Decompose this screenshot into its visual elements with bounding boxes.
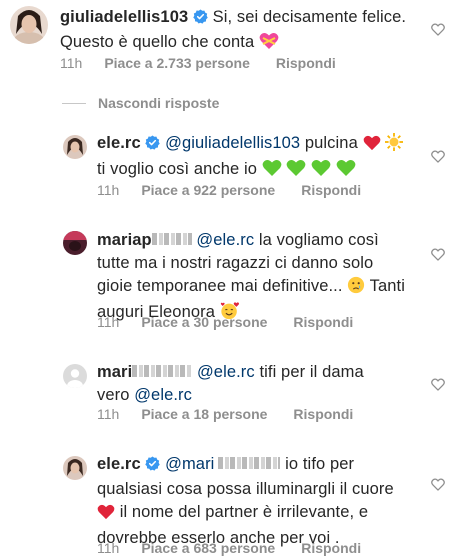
comment-line: ti voglio così anche io xyxy=(97,160,258,178)
likes-count[interactable]: Piace a 18 persone xyxy=(141,406,267,422)
comment-line: tutte ma i nostri ragazzi ci danno solo xyxy=(97,254,374,272)
comment-text: giuliadelellis103 Si, sei decisamente fe… xyxy=(60,6,420,57)
reply-mariap: mariap @ele.rc la vogliamo così tutte ma… xyxy=(0,225,456,340)
comment-line: vero xyxy=(97,386,130,404)
comment-line: Questo è quello che conta xyxy=(60,33,255,51)
comment-line: qualsiasi cosa possa illuminargli il cuo… xyxy=(97,480,394,498)
username[interactable]: giuliadelellis103 xyxy=(60,8,188,26)
likes-count[interactable]: Piace a 2.733 persone xyxy=(104,55,250,71)
timestamp: 11h xyxy=(97,314,120,330)
likes-count[interactable]: Piace a 922 persone xyxy=(141,182,275,198)
timestamp: 11h xyxy=(60,55,83,71)
sun-icon xyxy=(385,133,404,158)
green-heart-icon xyxy=(311,159,331,184)
avatar[interactable] xyxy=(63,364,87,388)
heart-outline-icon[interactable] xyxy=(431,248,445,261)
mention-link[interactable]: @ele.rc xyxy=(197,363,255,381)
reply-button[interactable]: Rispondi xyxy=(293,406,353,422)
hide-replies-label: Nascondi risposte xyxy=(98,95,220,111)
green-heart-icon xyxy=(336,159,356,184)
likes-count[interactable]: Piace a 30 persone xyxy=(141,314,267,330)
mention-link[interactable]: @mari xyxy=(165,455,214,473)
heart-outline-icon[interactable] xyxy=(431,150,445,163)
comment-line: Tanti xyxy=(369,277,405,295)
username[interactable]: mariap xyxy=(97,231,152,249)
avatar-image xyxy=(10,6,48,44)
reply-button[interactable]: Rispondi xyxy=(276,55,336,71)
avatar-image xyxy=(63,364,87,388)
reply-button[interactable]: Rispondi xyxy=(301,540,361,556)
crying-face-icon xyxy=(347,276,365,301)
divider xyxy=(62,102,86,104)
comment-giuliadelellis103: giuliadelellis103 Si, sei decisamente fe… xyxy=(0,0,456,90)
comment-meta: 11h Piace a 30 persone Rispondi xyxy=(97,314,379,330)
comment-text: ele.rc @mari io tifo per qualsiasi cosa … xyxy=(97,453,417,550)
reply-mari: mari @ele.rc tifi per il dama vero @ele.… xyxy=(0,358,456,428)
username[interactable]: ele.rc xyxy=(97,134,141,152)
comment-meta: 11h Piace a 18 persone Rispondi xyxy=(97,406,379,422)
avatar[interactable] xyxy=(10,6,48,44)
comment-line: gioie temporanee mai definitive... xyxy=(97,277,343,295)
verified-badge-icon xyxy=(193,8,208,31)
reply-ele-rc-2: ele.rc @mari io tifo per qualsiasi cosa … xyxy=(0,452,456,560)
avatar-image xyxy=(63,135,87,159)
avatar-image xyxy=(63,456,87,480)
username[interactable]: ele.rc xyxy=(97,455,141,473)
comment-line: tifi per il dama xyxy=(259,363,364,381)
avatar[interactable] xyxy=(63,456,87,480)
heart-outline-icon[interactable] xyxy=(431,23,445,36)
verified-badge-icon xyxy=(145,455,161,478)
avatar[interactable] xyxy=(63,135,87,159)
redacted-username xyxy=(218,457,281,469)
avatar[interactable] xyxy=(63,231,87,255)
heart-with-ribbon-icon xyxy=(259,32,279,57)
red-heart-icon xyxy=(97,504,115,527)
likes-count[interactable]: Piace a 683 persone xyxy=(141,540,275,556)
green-heart-icon xyxy=(286,159,306,184)
comment-line: io tifo per xyxy=(285,455,355,473)
reply-button[interactable]: Rispondi xyxy=(293,314,353,330)
comment-line: la vogliamo così xyxy=(258,231,379,249)
mention-link[interactable]: @ele.rc xyxy=(134,386,192,404)
comment-meta: 11h Piace a 683 persone Rispondi xyxy=(97,540,387,556)
comment-text: mariap @ele.rc la vogliamo così tutte ma… xyxy=(97,229,417,327)
mention-link[interactable]: @ele.rc xyxy=(196,231,254,249)
heart-outline-icon[interactable] xyxy=(431,478,445,491)
hide-replies-toggle[interactable]: Nascondi risposte xyxy=(62,93,219,113)
reply-button[interactable]: Rispondi xyxy=(301,182,361,198)
green-heart-icon xyxy=(262,159,282,184)
mention-link[interactable]: @giuliadelellis103 xyxy=(165,134,300,152)
timestamp: 11h xyxy=(97,182,120,198)
comment-meta: 11h Piace a 2.733 persone Rispondi xyxy=(60,55,362,71)
timestamp: 11h xyxy=(97,540,120,556)
comment-meta: 11h Piace a 922 persone Rispondi xyxy=(97,182,387,198)
redacted-username xyxy=(151,233,192,245)
comment-line: il nome del partner è irrilevante, e xyxy=(119,503,369,521)
heart-outline-icon[interactable] xyxy=(431,378,445,391)
reply-ele-rc: ele.rc @giuliadelellis103 pulcina ti vog… xyxy=(0,130,456,205)
verified-badge-icon xyxy=(145,134,161,157)
avatar-image xyxy=(63,231,87,255)
redacted-username xyxy=(132,365,193,377)
timestamp: 11h xyxy=(97,406,120,422)
comment-line: Si, sei decisamente felice. xyxy=(212,8,407,26)
comment-text: ele.rc @giuliadelellis103 pulcina ti vog… xyxy=(97,132,417,184)
username[interactable]: mari xyxy=(97,363,132,381)
comment-line: pulcina xyxy=(304,134,358,152)
comment-text: mari @ele.rc tifi per il dama vero @ele.… xyxy=(97,361,417,407)
red-heart-icon xyxy=(363,135,381,158)
